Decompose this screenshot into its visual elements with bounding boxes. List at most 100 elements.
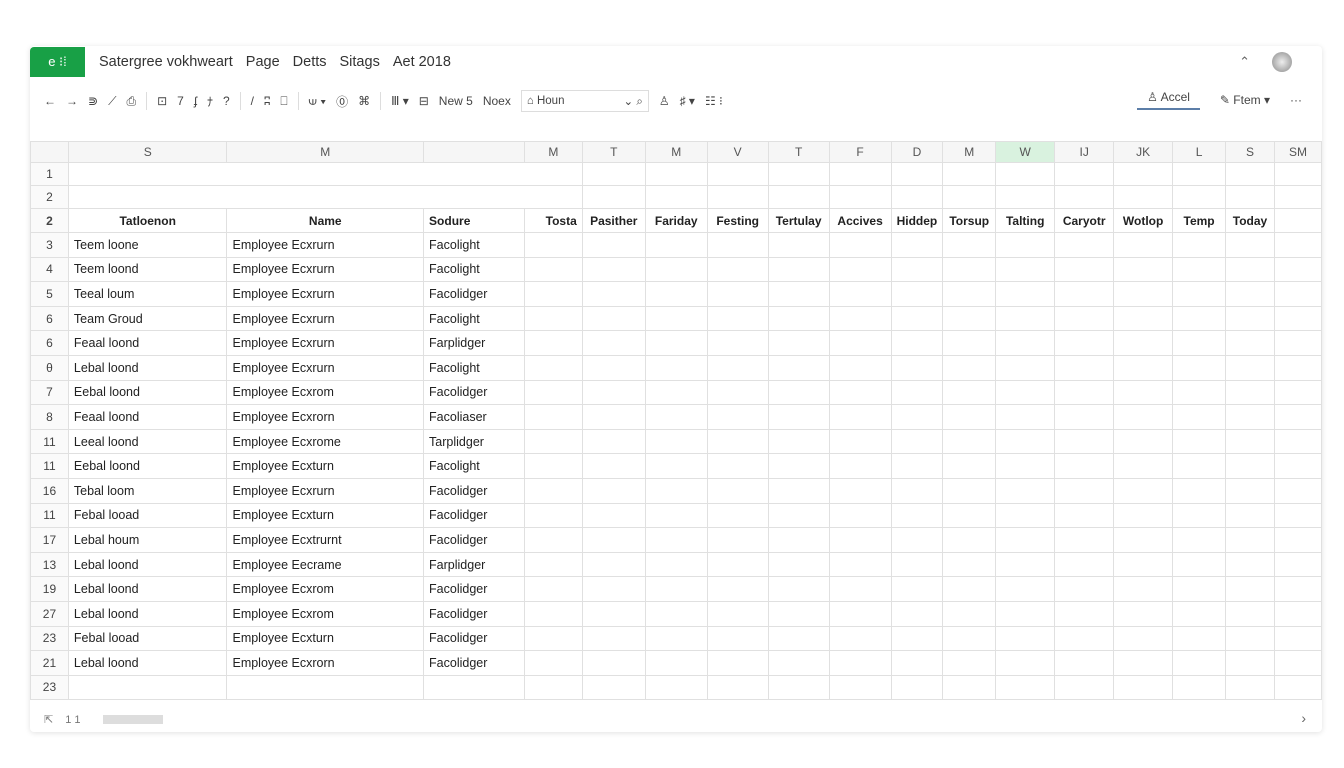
cell[interactable]	[1172, 674, 1227, 701]
cell[interactable]	[1172, 185, 1227, 209]
font-select[interactable]: ⌂ Houn ⌄ ⌕	[520, 90, 649, 112]
cell[interactable]: Tebal loom	[67, 477, 228, 504]
cell[interactable]	[1113, 379, 1174, 406]
cell[interactable]	[523, 576, 583, 602]
cell[interactable]	[523, 477, 583, 504]
cell[interactable]	[523, 527, 583, 553]
cell[interactable]	[706, 404, 769, 430]
cell[interactable]	[1274, 305, 1322, 332]
cell[interactable]: Facolidger	[423, 502, 525, 529]
toolbar-icon[interactable]: ⊡	[157, 94, 167, 108]
cell[interactable]	[942, 600, 997, 627]
cell[interactable]	[942, 256, 997, 283]
row-header[interactable]: 8	[30, 404, 69, 430]
cell[interactable]	[1225, 428, 1275, 455]
cell[interactable]	[995, 330, 1056, 356]
cell[interactable]	[942, 625, 997, 652]
row-header[interactable]: θ	[30, 354, 69, 381]
cell[interactable]	[581, 600, 646, 627]
column-header[interactable]: S	[1225, 141, 1275, 163]
cell[interactable]	[1113, 477, 1174, 504]
cell[interactable]	[1225, 281, 1275, 307]
cell[interactable]	[767, 551, 830, 578]
cell[interactable]	[1274, 600, 1322, 627]
column-title[interactable]: Temp	[1172, 208, 1227, 233]
cell[interactable]	[890, 453, 944, 479]
toolbar-icon[interactable]: ⊟	[419, 94, 429, 108]
row-header[interactable]: 16	[30, 477, 69, 504]
more-icon[interactable]: ···	[1290, 93, 1302, 107]
cell[interactable]	[828, 256, 892, 283]
column-title[interactable]: Name	[226, 208, 425, 233]
cell[interactable]	[890, 305, 944, 332]
cell[interactable]: Employee Ecxrom	[226, 576, 425, 602]
cell[interactable]: Febal looad	[67, 502, 228, 529]
cell[interactable]	[523, 305, 583, 332]
cell[interactable]	[1113, 625, 1174, 652]
cell[interactable]	[706, 256, 769, 283]
cell[interactable]	[1172, 404, 1227, 430]
row-header[interactable]: 13	[30, 551, 69, 578]
cell[interactable]	[828, 428, 892, 455]
cell[interactable]	[1274, 453, 1322, 479]
cell[interactable]: Facolight	[423, 256, 525, 283]
cell[interactable]	[644, 379, 708, 406]
cell[interactable]	[644, 256, 708, 283]
cell[interactable]	[1172, 330, 1227, 356]
cell[interactable]	[1113, 305, 1174, 332]
toolbar-icon[interactable]: ☷ ⁝	[705, 94, 723, 108]
cell[interactable]	[890, 527, 944, 553]
cell[interactable]: Feaal loond	[67, 404, 228, 430]
column-header[interactable]: T	[767, 141, 830, 163]
new-button[interactable]: New 5	[439, 94, 473, 108]
cell[interactable]: Facoliaser	[423, 404, 525, 430]
avatar[interactable]	[1272, 52, 1292, 72]
cell[interactable]	[1113, 551, 1174, 578]
cell[interactable]	[1172, 354, 1227, 381]
cell[interactable]	[706, 354, 769, 381]
cell[interactable]: Employee Ecxrurn	[226, 256, 425, 283]
cell[interactable]	[644, 502, 708, 529]
row-header[interactable]: 11	[30, 453, 69, 479]
cell[interactable]	[706, 185, 769, 209]
cell[interactable]	[644, 330, 708, 356]
cell[interactable]	[644, 185, 708, 209]
cell[interactable]	[706, 281, 769, 307]
cell[interactable]: Facolight	[423, 354, 525, 381]
toolbar-icon[interactable]: ⟋	[108, 94, 116, 109]
cell[interactable]	[523, 650, 583, 676]
cell[interactable]	[706, 551, 769, 578]
cell[interactable]	[706, 162, 769, 186]
column-title[interactable]: Wotlop	[1113, 208, 1174, 233]
column-header[interactable]: JK	[1113, 141, 1174, 163]
app-logo[interactable]: e ⁝⁞	[30, 47, 85, 77]
cell[interactable]	[581, 502, 646, 529]
cell[interactable]: Feaal loond	[67, 330, 228, 356]
cell[interactable]	[1113, 185, 1174, 209]
cell[interactable]	[1113, 428, 1174, 455]
column-title[interactable]: Pasither	[581, 208, 646, 233]
cell[interactable]	[581, 185, 646, 209]
menu-item[interactable]: Aet 2018	[393, 54, 451, 70]
cell[interactable]	[1113, 330, 1174, 356]
cell[interactable]	[1274, 502, 1322, 529]
cell[interactable]	[1113, 256, 1174, 283]
cell[interactable]: Employee Eecrame	[226, 551, 425, 578]
cell[interactable]	[942, 354, 997, 381]
menu-item[interactable]: Sitags	[340, 54, 380, 70]
cell[interactable]	[995, 477, 1056, 504]
cell[interactable]: Employee Ecxrurn	[226, 354, 425, 381]
cell[interactable]	[523, 600, 583, 627]
toolbar-icon[interactable]: ⎙	[126, 94, 136, 109]
toolbar-icon[interactable]: ?	[223, 94, 230, 108]
cell[interactable]	[1274, 379, 1322, 406]
cell[interactable]	[1172, 281, 1227, 307]
cell[interactable]: Employee Ecxturn	[226, 625, 425, 652]
cell[interactable]	[1113, 502, 1174, 529]
row-header[interactable]: 2	[30, 208, 69, 233]
column-header[interactable]: M	[644, 141, 708, 163]
toolbar-icon[interactable]: /	[251, 94, 254, 108]
scroll-right-icon[interactable]: ›	[1301, 710, 1306, 726]
cell[interactable]	[995, 281, 1056, 307]
cell[interactable]	[644, 650, 708, 676]
